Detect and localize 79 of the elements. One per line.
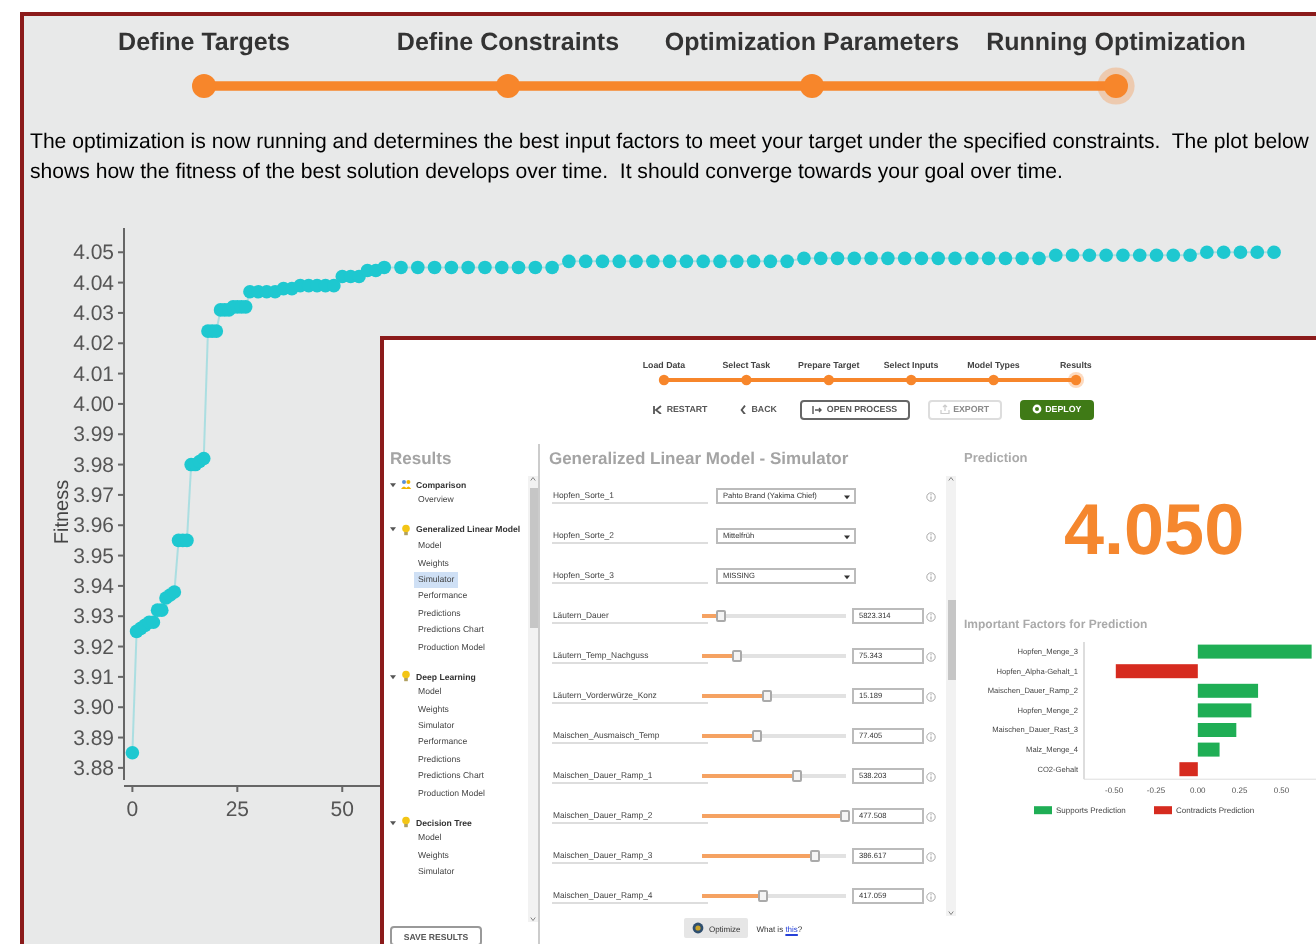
slider-thumb[interactable] — [791, 770, 802, 782]
upload-icon — [939, 404, 950, 414]
tick-label: 4.00 — [73, 392, 114, 417]
tick-label: 3.94 — [73, 574, 114, 599]
description: The optimization is now running and determines the best input factors to meet your target under the specified constraints. The plot below shows how the fitness of the best solution develops over time. It should converge towards your goal over time. — [30, 128, 1311, 188]
tick-label: 4.02 — [73, 332, 114, 357]
tick-label: 4.04 — [73, 271, 114, 296]
info-icon — [926, 771, 936, 781]
lightbulb-icon — [400, 816, 412, 829]
info-icon — [926, 811, 936, 821]
arrow-icon — [812, 404, 823, 414]
info-icon — [926, 571, 936, 581]
chevron-icon — [737, 404, 748, 414]
info-icon — [926, 491, 936, 501]
double-chevron-icon — [652, 404, 663, 414]
tick-label: 3.89 — [73, 726, 114, 751]
info-icon — [926, 611, 936, 621]
tick-label: 3.96 — [73, 514, 114, 539]
caret-down-icon — [530, 916, 537, 922]
caret-down-icon[interactable] — [390, 526, 396, 533]
slider-thumb[interactable] — [810, 850, 821, 862]
slider-thumb[interactable] — [761, 690, 772, 702]
tick-label: 3.98 — [73, 453, 114, 478]
step-label: Define Constraints — [394, 28, 622, 56]
lightbulb-icon — [400, 670, 412, 683]
tick-label: 3.88 — [73, 756, 114, 781]
caret-up-icon — [948, 476, 954, 482]
slider-thumb[interactable] — [752, 730, 763, 742]
tick-label: 3.97 — [73, 483, 114, 508]
bar — [1197, 742, 1220, 757]
tick-label: 3.91 — [73, 665, 114, 690]
bar — [1179, 762, 1198, 777]
info-icon — [926, 691, 936, 701]
caret-down-icon — [844, 533, 851, 539]
caret-down-icon[interactable] — [390, 819, 396, 826]
data-point — [125, 745, 140, 760]
lightbulb-icon — [400, 523, 412, 536]
tick-label: 3.92 — [73, 635, 114, 660]
caret-up-icon — [530, 476, 537, 482]
tick-label: 3.93 — [73, 605, 114, 630]
caret-down-icon — [844, 573, 851, 579]
caret-down-icon — [948, 910, 954, 916]
caret-down-icon — [844, 493, 851, 499]
info-icon — [926, 651, 936, 661]
data-point — [713, 254, 727, 269]
tick-label: 3.95 — [73, 544, 114, 569]
slider-thumb[interactable] — [732, 650, 743, 662]
axis-title: Fitness — [52, 479, 74, 545]
tick-label: 0 — [126, 798, 139, 822]
scrollbar[interactable] — [528, 476, 539, 922]
panel-title: Generalized Linear Model - Simulator — [548, 448, 851, 468]
step-label: Define Targets — [116, 28, 292, 56]
tick-label: 4.05 — [73, 241, 114, 266]
tick-label: 3.99 — [73, 423, 114, 448]
bar — [1197, 723, 1237, 737]
bar — [1197, 683, 1259, 698]
tick-label: 25 — [225, 798, 249, 822]
bar — [1197, 644, 1312, 659]
tick-label: 3.90 — [73, 696, 114, 721]
slider-thumb[interactable] — [839, 810, 849, 822]
bar — [1115, 664, 1198, 679]
step-label: Running Optimization — [984, 28, 1248, 56]
slider-thumb[interactable] — [715, 610, 726, 622]
tick-label: 4.01 — [73, 362, 114, 387]
tick-label: 4.03 — [73, 301, 114, 326]
info-icon — [926, 891, 936, 901]
scrollbar[interactable] — [946, 476, 956, 916]
caret-down-icon[interactable] — [390, 673, 396, 680]
info-icon — [926, 851, 936, 861]
info-icon — [926, 531, 936, 541]
panel-title: Results — [390, 448, 454, 468]
info-icon — [926, 731, 936, 741]
people-icon — [400, 478, 412, 491]
prediction-value: 4.050 — [1062, 490, 1247, 570]
tick-label: 50 — [330, 798, 354, 822]
bar — [1197, 703, 1252, 718]
caret-down-icon[interactable] — [390, 481, 396, 488]
step-label: Optimization Parameters — [662, 28, 962, 56]
slider-thumb[interactable] — [758, 890, 769, 902]
